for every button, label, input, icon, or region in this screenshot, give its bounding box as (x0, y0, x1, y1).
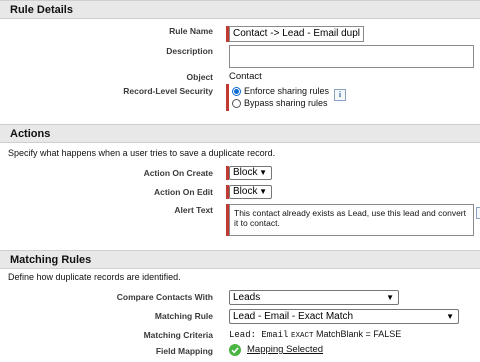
action-on-create-label: Action On Create (143, 168, 213, 178)
matching-criteria-value: Lead: Email EXACT MatchBlank = FALSE (229, 329, 401, 340)
chevron-down-icon: ▼ (259, 168, 267, 177)
action-on-edit-select[interactable]: Block ▼ (229, 185, 272, 199)
rule-name-label: Rule Name (169, 26, 213, 36)
description-textarea[interactable] (229, 45, 474, 68)
info-icon[interactable]: i (334, 89, 346, 101)
matching-rule-value: Lead - Email - Exact Match (233, 311, 354, 322)
action-on-create-select[interactable]: Block ▼ (229, 166, 272, 180)
object-label: Object (186, 72, 213, 82)
rule-name-input[interactable]: Contact -> Lead - Email dupl (229, 26, 364, 42)
criteria-matchblank: MatchBlank = FALSE (315, 329, 402, 339)
sharing-label: Record-Level Security (123, 86, 213, 96)
actions-description: Specify what happens when a user tries t… (8, 148, 276, 158)
matching-rules-title: Matching Rules (10, 254, 92, 266)
rule-details-header: Rule Details (0, 0, 480, 19)
enforce-sharing-label: Enforce sharing rules (244, 86, 330, 96)
criteria-exact: EXACT (290, 332, 314, 340)
alert-text-label: Alert Text (174, 205, 213, 215)
matching-rule-label: Matching Rule (154, 311, 213, 321)
actions-header: Actions (0, 124, 480, 143)
alert-text-textarea[interactable]: This contact already exists as Lead, use… (229, 204, 474, 236)
matching-rules-description: Define how duplicate records are identif… (8, 272, 181, 282)
action-on-edit-value: Block (233, 186, 258, 197)
bypass-sharing-radio[interactable] (232, 99, 241, 108)
compare-with-value: Leads (233, 292, 261, 303)
action-on-create-value: Block (233, 167, 258, 178)
matching-rule-select[interactable]: Lead - Email - Exact Match ▼ (229, 309, 459, 324)
actions-title: Actions (10, 128, 51, 140)
green-check-icon (229, 343, 241, 356)
matching-criteria-label: Matching Criteria (143, 330, 213, 340)
bypass-sharing-label: Bypass sharing rules (244, 98, 328, 108)
criteria-field: Lead: Email (229, 330, 289, 340)
info-icon[interactable]: i (476, 207, 480, 219)
matching-rules-header: Matching Rules (0, 250, 480, 269)
chevron-down-icon: ▼ (386, 293, 394, 302)
rule-details-title: Rule Details (10, 4, 73, 16)
enforce-sharing-radio[interactable] (232, 87, 241, 96)
chevron-down-icon: ▼ (446, 312, 454, 321)
sharing-required-bar (226, 84, 229, 111)
chevron-down-icon: ▼ (259, 187, 267, 196)
mapping-selected-link[interactable]: Mapping Selected (247, 344, 323, 355)
compare-with-select[interactable]: Leads ▼ (229, 290, 399, 305)
compare-with-label: Compare Contacts With (116, 292, 213, 302)
action-on-edit-label: Action On Edit (153, 187, 213, 197)
object-value: Contact (229, 71, 262, 82)
field-mapping-label: Field Mapping (155, 346, 213, 356)
description-label: Description (166, 46, 213, 56)
